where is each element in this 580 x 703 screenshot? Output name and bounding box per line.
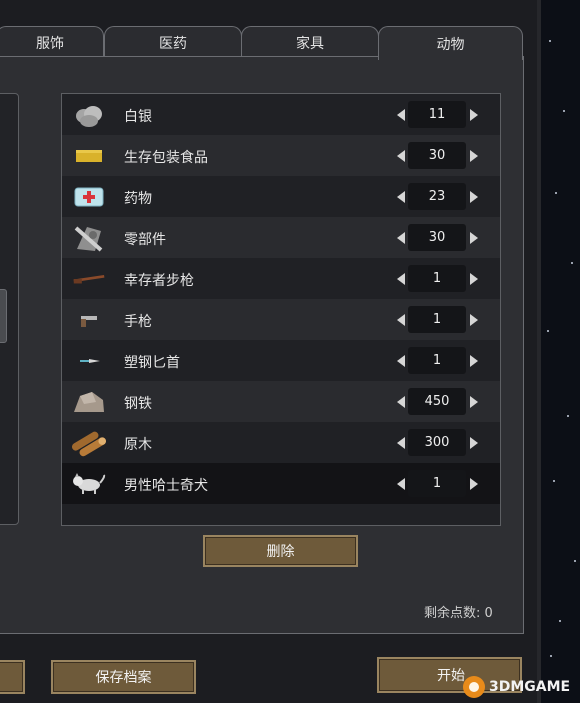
item-row-medicine[interactable]: 药物 23 bbox=[62, 176, 500, 217]
increase-arrow-icon[interactable] bbox=[470, 478, 478, 490]
decrease-arrow-icon[interactable] bbox=[397, 355, 405, 367]
starfield-background bbox=[541, 0, 580, 703]
item-row-steel[interactable]: 钢铁 450 bbox=[62, 381, 500, 422]
tab-label: 家具 bbox=[296, 35, 324, 52]
left-list-panel bbox=[0, 93, 19, 525]
increase-arrow-icon[interactable] bbox=[470, 437, 478, 449]
tab-furniture[interactable]: 家具 bbox=[241, 26, 379, 58]
pistol-icon bbox=[72, 304, 106, 336]
quantity-field[interactable]: 30 bbox=[408, 142, 466, 169]
decrease-arrow-icon[interactable] bbox=[397, 478, 405, 490]
back-button[interactable] bbox=[0, 660, 25, 694]
remaining-points: 剩余点数: 0 bbox=[424, 606, 493, 621]
quantity-field[interactable]: 1 bbox=[408, 306, 466, 333]
item-row-components[interactable]: 零部件 30 bbox=[62, 217, 500, 258]
tab-label: 动物 bbox=[436, 36, 465, 53]
tab-label: 医药 bbox=[159, 35, 187, 52]
item-list: 白银 11 生存包装食品 30 药物 23 零部件 30 幸存者步枪 1 手枪 … bbox=[61, 93, 501, 526]
decrease-arrow-icon[interactable] bbox=[397, 314, 405, 326]
tab-animals[interactable]: 动物 bbox=[378, 26, 523, 60]
item-name: 药物 bbox=[124, 191, 152, 207]
increase-arrow-icon[interactable] bbox=[470, 396, 478, 408]
save-profile-button[interactable]: 保存档案 bbox=[51, 660, 196, 694]
knife-icon bbox=[72, 345, 106, 377]
watermark-text: 3DMGAME bbox=[489, 679, 571, 695]
item-name: 幸存者步枪 bbox=[124, 273, 194, 289]
item-row-rifle[interactable]: 幸存者步枪 1 bbox=[62, 258, 500, 299]
medicine-icon bbox=[72, 181, 106, 213]
quantity-field[interactable]: 11 bbox=[408, 101, 466, 128]
wood-icon bbox=[72, 427, 106, 459]
increase-arrow-icon[interactable] bbox=[470, 314, 478, 326]
increase-arrow-icon[interactable] bbox=[470, 109, 478, 121]
watermark: 3DMGAME bbox=[463, 673, 570, 701]
item-name: 生存包装食品 bbox=[124, 150, 208, 166]
packaged-food-icon bbox=[72, 140, 106, 172]
item-row-silver[interactable]: 白银 11 bbox=[62, 94, 500, 135]
decrease-arrow-icon[interactable] bbox=[397, 109, 405, 121]
item-name: 原木 bbox=[124, 437, 152, 453]
increase-arrow-icon[interactable] bbox=[470, 232, 478, 244]
item-name: 钢铁 bbox=[124, 396, 152, 412]
tab-medicine[interactable]: 医药 bbox=[104, 26, 242, 58]
steel-icon bbox=[72, 386, 106, 418]
decrease-arrow-icon[interactable] bbox=[397, 232, 405, 244]
decrease-arrow-icon[interactable] bbox=[397, 191, 405, 203]
quantity-field[interactable]: 300 bbox=[408, 429, 466, 456]
quantity-field[interactable]: 1 bbox=[408, 265, 466, 292]
quantity-field[interactable]: 1 bbox=[408, 347, 466, 374]
item-name: 塑钢匕首 bbox=[124, 355, 180, 371]
increase-arrow-icon[interactable] bbox=[470, 150, 478, 162]
item-name: 白银 bbox=[124, 109, 152, 125]
increase-arrow-icon[interactable] bbox=[470, 355, 478, 367]
item-row-wood[interactable]: 原木 300 bbox=[62, 422, 500, 463]
tab-label: 服饰 bbox=[36, 35, 64, 52]
item-row-packaged-food[interactable]: 生存包装食品 30 bbox=[62, 135, 500, 176]
item-name: 零部件 bbox=[124, 232, 166, 248]
item-row-knife[interactable]: 塑钢匕首 1 bbox=[62, 340, 500, 381]
window-edge bbox=[537, 0, 541, 703]
husky-icon bbox=[72, 468, 106, 500]
3dm-logo-icon bbox=[463, 676, 485, 698]
decrease-arrow-icon[interactable] bbox=[397, 437, 405, 449]
quantity-field[interactable]: 30 bbox=[408, 224, 466, 251]
quantity-field[interactable]: 1 bbox=[408, 470, 466, 497]
tab-apparel[interactable]: 服饰 bbox=[0, 26, 104, 58]
decrease-arrow-icon[interactable] bbox=[397, 150, 405, 162]
silver-icon bbox=[72, 99, 106, 131]
item-name: 手枪 bbox=[124, 314, 152, 330]
decrease-arrow-icon[interactable] bbox=[397, 396, 405, 408]
quantity-field[interactable]: 450 bbox=[408, 388, 466, 415]
item-name: 男性哈士奇犬 bbox=[124, 478, 208, 494]
decrease-arrow-icon[interactable] bbox=[397, 273, 405, 285]
item-row-pistol[interactable]: 手枪 1 bbox=[62, 299, 500, 340]
increase-arrow-icon[interactable] bbox=[470, 273, 478, 285]
quantity-field[interactable]: 23 bbox=[408, 183, 466, 210]
delete-button[interactable]: 删除 bbox=[203, 535, 358, 567]
increase-arrow-icon[interactable] bbox=[470, 191, 478, 203]
item-row-husky[interactable]: 男性哈士奇犬 1 bbox=[62, 463, 500, 504]
components-icon bbox=[72, 222, 106, 254]
scrollbar-thumb[interactable] bbox=[0, 289, 7, 343]
rifle-icon bbox=[72, 263, 106, 295]
